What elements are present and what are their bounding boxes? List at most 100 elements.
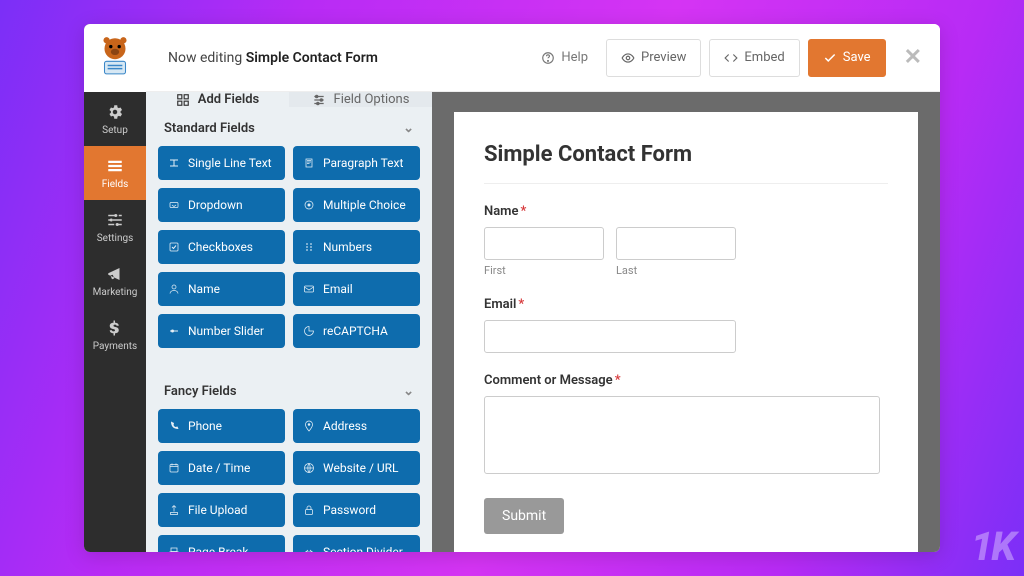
field-icon (168, 199, 180, 211)
rail-payments[interactable]: Payments (84, 308, 146, 362)
first-sublabel: First (484, 264, 604, 277)
comment-textarea[interactable] (484, 396, 880, 474)
section-standard-head[interactable]: Standard Fields ⌄ (146, 107, 432, 146)
form-name-block: Name* First Last (484, 204, 888, 277)
field-pill-label: Date / Time (188, 461, 250, 475)
field-icon (168, 420, 180, 432)
field-phone[interactable]: Phone (158, 409, 285, 443)
field-pill-label: Checkboxes (188, 240, 253, 254)
field-name[interactable]: Name (158, 272, 285, 306)
name-label: Name* (484, 204, 888, 219)
form-card: Simple Contact Form Name* First (454, 112, 918, 552)
field-multiple-choice[interactable]: Multiple Choice (293, 188, 420, 222)
first-name-input[interactable] (484, 227, 604, 260)
field-single-line-text[interactable]: Single Line Text (158, 146, 285, 180)
submit-label: Submit (502, 508, 546, 524)
fancy-fields-grid: Phone Address Date / Time Website / URL File… (146, 409, 432, 552)
chevron-down-icon: ⌄ (403, 121, 414, 136)
editing-form-name: Simple Contact Form (246, 50, 378, 66)
field-icon (303, 325, 315, 337)
last-name-input[interactable] (616, 227, 736, 260)
field-password[interactable]: Password (293, 493, 420, 527)
field-pill-label: Multiple Choice (323, 198, 406, 212)
field-paragraph-text[interactable]: Paragraph Text (293, 146, 420, 180)
field-pill-label: Numbers (323, 240, 372, 254)
close-button[interactable]: ✕ (904, 45, 922, 70)
field-icon (168, 504, 180, 516)
submit-button[interactable]: Submit (484, 498, 564, 534)
field-pill-label: Website / URL (323, 461, 399, 475)
field-date-time[interactable]: Date / Time (158, 451, 285, 485)
field-email[interactable]: Email (293, 272, 420, 306)
email-input[interactable] (484, 320, 736, 353)
field-panel: Add Fields Field Options Standard Fields… (146, 92, 432, 552)
standard-fields-grid: Single Line Text Paragraph Text Dropdown Mu… (146, 146, 432, 358)
preview-area: Simple Contact Form Name* First (432, 92, 940, 552)
field-address[interactable]: Address (293, 409, 420, 443)
field-recaptcha[interactable]: reCAPTCHA (293, 314, 420, 348)
field-page-break[interactable]: Page Break (158, 535, 285, 552)
rail-setup[interactable]: Setup (84, 92, 146, 146)
field-numbers[interactable]: Numbers (293, 230, 420, 264)
field-checkboxes[interactable]: Checkboxes (158, 230, 285, 264)
comment-label-text: Comment or Message (484, 373, 613, 388)
editing-title: Now editing Simple Contact Form (168, 50, 378, 66)
top-bar: Now editing Simple Contact Form Help Pre… (146, 24, 940, 92)
tab-add-fields[interactable]: Add Fields (146, 92, 289, 107)
field-dropdown[interactable]: Dropdown (158, 188, 285, 222)
sliders-icon (312, 93, 326, 107)
email-label-text: Email (484, 297, 516, 312)
field-icon (168, 325, 180, 337)
email-label: Email* (484, 297, 888, 312)
field-pill-label: Single Line Text (188, 156, 272, 170)
field-icon (303, 283, 315, 295)
field-icon (168, 462, 180, 474)
form-title: Simple Contact Form (484, 142, 888, 184)
tab-field-options[interactable]: Field Options (289, 92, 432, 107)
rail-payments-label: Payments (93, 341, 137, 352)
field-pill-label: Paragraph Text (323, 156, 403, 170)
watermark: 1K (971, 523, 1014, 570)
panel-tabs: Add Fields Field Options (146, 92, 432, 107)
comment-label: Comment or Message* (484, 373, 888, 388)
last-wrap: Last (616, 227, 736, 277)
field-pill-label: reCAPTCHA (323, 324, 388, 338)
rail-setup-label: Setup (102, 125, 128, 136)
save-button[interactable]: Save (808, 39, 886, 77)
first-wrap: First (484, 227, 604, 277)
rail-marketing[interactable]: Marketing (84, 254, 146, 308)
field-icon (303, 504, 315, 516)
rail-settings[interactable]: Settings (84, 200, 146, 254)
field-icon (303, 199, 315, 211)
help-link[interactable]: Help (541, 50, 588, 65)
field-section-divider[interactable]: Section Divider (293, 535, 420, 552)
form-email-block: Email* (484, 297, 888, 353)
preview-button[interactable]: Preview (606, 39, 701, 77)
field-number-slider[interactable]: Number Slider (158, 314, 285, 348)
field-pill-label: Page Break (188, 545, 249, 552)
field-file-upload[interactable]: File Upload (158, 493, 285, 527)
field-website-url[interactable]: Website / URL (293, 451, 420, 485)
field-pill-label: Email (323, 282, 353, 296)
field-icon (168, 546, 180, 552)
last-sublabel: Last (616, 264, 736, 277)
name-label-text: Name (484, 204, 518, 219)
field-pill-label: Number Slider (188, 324, 264, 338)
field-pill-label: Name (188, 282, 220, 296)
field-pill-label: Address (323, 419, 367, 433)
field-icon (303, 462, 315, 474)
field-icon (168, 157, 180, 169)
section-fancy-head[interactable]: Fancy Fields ⌄ (146, 370, 432, 409)
field-pill-label: Section Divider (323, 545, 403, 552)
left-rail: Setup Fields Settings Marketing Payments (84, 24, 146, 552)
rail-fields[interactable]: Fields (84, 146, 146, 200)
rail-fields-label: Fields (102, 179, 129, 190)
body-row: Add Fields Field Options Standard Fields… (146, 92, 940, 552)
main-column: Now editing Simple Contact Form Help Pre… (146, 24, 940, 552)
section-fancy-label: Fancy Fields (164, 384, 237, 399)
embed-button[interactable]: Embed (709, 39, 799, 77)
field-icon (168, 283, 180, 295)
rail-marketing-label: Marketing (93, 287, 138, 298)
app-window: Setup Fields Settings Marketing Payments… (84, 24, 940, 552)
save-label: Save (843, 50, 871, 65)
